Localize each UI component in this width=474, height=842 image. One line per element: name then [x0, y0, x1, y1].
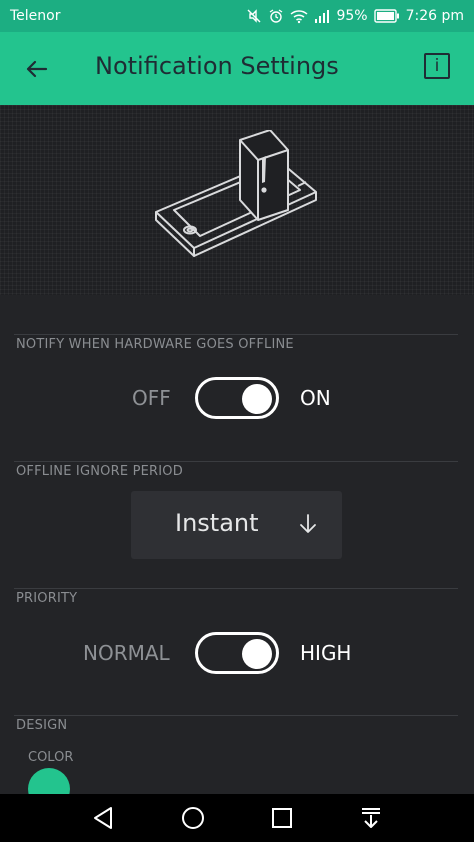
divider: [14, 588, 458, 589]
status-bar: Telenor 95% 7:26 pm: [0, 0, 474, 32]
arrow-left-icon: [26, 60, 48, 78]
section-label-priority: PRIORITY: [16, 591, 78, 606]
toggle-off-label: OFF: [132, 386, 171, 410]
arrow-down-icon: [300, 514, 316, 533]
info-button[interactable]: i: [424, 53, 450, 79]
section-label-design: DESIGN: [16, 718, 68, 733]
toggle-off-label: NORMAL: [83, 641, 170, 665]
hero-illustration: [0, 105, 474, 295]
nav-home-button[interactable]: [180, 805, 206, 831]
nav-recents-button[interactable]: [269, 805, 295, 831]
section-label-ignore-period: OFFLINE IGNORE PERIOD: [16, 464, 183, 479]
offline-notify-toggle[interactable]: [195, 377, 279, 419]
priority-row: NORMAL HIGH: [0, 632, 474, 676]
carrier-name: Telenor: [10, 8, 61, 24]
divider: [14, 715, 458, 716]
section-label-offline-notify: NOTIFY WHEN HARDWARE GOES OFFLINE: [16, 337, 294, 352]
offline-notify-row: OFF ON: [0, 377, 474, 421]
system-nav-bar: [0, 794, 474, 842]
app-bar: Notification Settings i: [0, 32, 474, 105]
battery-icon: [373, 9, 399, 23]
ignore-period-value: Instant: [175, 509, 259, 537]
divider: [14, 461, 458, 462]
notifications-pulldown-icon: [362, 808, 380, 828]
toggle-on-label: HIGH: [300, 641, 352, 665]
ignore-period-dropdown[interactable]: Instant: [131, 491, 342, 559]
phone-alert-illustration: [155, 130, 317, 257]
info-icon: i: [434, 56, 440, 76]
signal-icon: [315, 10, 330, 23]
home-circle-icon: [182, 807, 204, 829]
nav-notifications-button[interactable]: [358, 805, 384, 831]
alarm-icon: [270, 9, 283, 23]
wifi-icon: [290, 10, 308, 24]
toggle-knob: [242, 639, 272, 669]
status-icons: 95% 7:26 pm: [246, 8, 464, 24]
back-button[interactable]: [22, 54, 52, 84]
back-triangle-icon: [94, 807, 112, 829]
priority-toggle[interactable]: [195, 632, 279, 674]
battery-percent: 95%: [336, 8, 368, 24]
divider: [14, 334, 458, 335]
page-title: Notification Settings: [95, 52, 339, 80]
nav-back-button[interactable]: [91, 805, 117, 831]
toggle-knob: [242, 384, 272, 414]
mute-icon: [247, 9, 261, 23]
toggle-on-label: ON: [300, 386, 331, 410]
color-label: COLOR: [28, 750, 74, 765]
recents-square-icon: [272, 808, 292, 828]
clock: 7:26 pm: [405, 8, 464, 24]
